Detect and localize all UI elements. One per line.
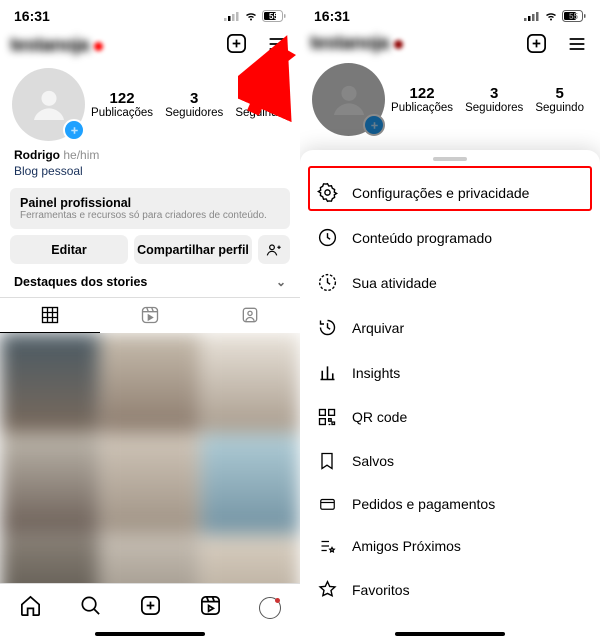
- menu-list: Configurações e privacidade Conteúdo pro…: [300, 167, 600, 615]
- add-story-icon[interactable]: [63, 119, 85, 141]
- notification-dot-icon: [94, 42, 103, 51]
- posts-grid[interactable]: [0, 333, 300, 593]
- nav-home[interactable]: [19, 594, 42, 622]
- status-time: 16:31: [14, 8, 50, 24]
- pro-subtitle: Ferramentas e recursos só para criadores…: [20, 210, 280, 221]
- menu-item-favorites[interactable]: Favoritos: [300, 567, 600, 612]
- stat-following[interactable]: 5Seguindo: [235, 90, 284, 119]
- menu-button[interactable]: [266, 34, 288, 59]
- stat-followers[interactable]: 3Seguidores: [165, 90, 223, 119]
- menu-item-close-friends[interactable]: Amigos Próximos: [300, 525, 600, 567]
- discover-people-button[interactable]: [258, 235, 290, 264]
- status-time: 16:31: [314, 8, 350, 24]
- battery-icon: 55: [262, 10, 286, 22]
- new-post-button[interactable]: [225, 32, 248, 60]
- menu-label: Amigos Próximos: [352, 538, 461, 554]
- menu-label: Conteúdo programado: [352, 230, 492, 246]
- status-icons: 55: [224, 10, 286, 22]
- pro-title: Painel profissional: [20, 196, 280, 210]
- nav-create[interactable]: [139, 594, 162, 622]
- tab-reels[interactable]: [100, 298, 200, 333]
- clock-icon: [316, 227, 338, 248]
- chevron-down-icon: ⌄: [276, 275, 286, 289]
- battery-icon: 55: [562, 10, 586, 22]
- menu-label: QR code: [352, 409, 407, 425]
- wifi-icon: [243, 11, 259, 22]
- avatar[interactable]: [12, 68, 85, 141]
- settings-sheet: Configurações e privacidade Conteúdo pro…: [300, 150, 600, 641]
- nav-profile[interactable]: [259, 597, 281, 619]
- bio-link[interactable]: Blog pessoal: [14, 163, 286, 179]
- menu-label: Salvos: [352, 453, 394, 469]
- stat-posts[interactable]: 122Publicações: [91, 90, 153, 119]
- star-icon: [316, 579, 338, 600]
- nav-reels[interactable]: [199, 594, 222, 622]
- edit-profile-button[interactable]: Editar: [10, 235, 128, 264]
- qrcode-icon: [316, 407, 338, 427]
- svg-text:55: 55: [569, 12, 578, 21]
- bookmark-icon: [316, 451, 338, 471]
- gear-icon: [316, 182, 338, 203]
- cellular-icon: [524, 11, 540, 21]
- menu-item-saved[interactable]: Salvos: [300, 439, 600, 483]
- menu-item-activity[interactable]: Sua atividade: [300, 260, 600, 305]
- profile-header: testanoja: [0, 26, 300, 60]
- list-star-icon: [316, 537, 338, 555]
- menu-item-archive[interactable]: Arquivar: [300, 305, 600, 350]
- share-profile-button[interactable]: Compartilhar perfil: [134, 235, 252, 264]
- tab-grid[interactable]: [0, 298, 100, 333]
- username: testanoja: [10, 35, 89, 56]
- chart-icon: [316, 362, 338, 383]
- display-name: Rodrigo: [14, 148, 60, 162]
- menu-item-orders[interactable]: Pedidos e pagamentos: [300, 483, 600, 525]
- story-highlights-header[interactable]: Destaques dos stories ⌄: [0, 264, 300, 297]
- menu-label: Sua atividade: [352, 275, 437, 291]
- menu-label: Configurações e privacidade: [352, 185, 529, 201]
- tab-tagged[interactable]: [200, 298, 300, 333]
- home-indicator: [95, 632, 205, 636]
- content-tabs: [0, 297, 300, 333]
- menu-item-scheduled[interactable]: Conteúdo programado: [300, 215, 600, 260]
- menu-label: Pedidos e pagamentos: [352, 496, 495, 512]
- screenshot-profile: 16:31 55 testanoja 122Publicações 3Segui…: [0, 0, 300, 641]
- action-buttons: Editar Compartilhar perfil: [0, 229, 300, 264]
- menu-item-insights[interactable]: Insights: [300, 350, 600, 395]
- home-indicator: [395, 632, 505, 636]
- menu-item-settings[interactable]: Configurações e privacidade: [300, 170, 600, 215]
- archive-icon: [316, 317, 338, 338]
- sheet-grabber[interactable]: [433, 157, 467, 161]
- activity-icon: [316, 272, 338, 293]
- bio: Rodrigo he/him Blog pessoal: [0, 145, 300, 181]
- highlights-label: Destaques dos stories: [14, 275, 147, 289]
- wifi-icon: [543, 11, 559, 22]
- menu-label: Insights: [352, 365, 400, 381]
- cellular-icon: [224, 11, 240, 21]
- nav-search[interactable]: [79, 594, 102, 622]
- pronouns: he/him: [63, 148, 99, 162]
- svg-text:55: 55: [269, 12, 278, 21]
- card-icon: [316, 495, 338, 513]
- stats-row: 122Publicações 3Seguidores 5Seguindo: [0, 60, 300, 145]
- status-bar: 16:31 55: [0, 0, 300, 26]
- screenshot-menu-sheet: 16:31 55 testanoja 122Publicações 3Segui…: [300, 0, 600, 641]
- professional-dashboard[interactable]: Painel profissional Ferramentas e recurs…: [10, 188, 290, 229]
- menu-label: Arquivar: [352, 320, 404, 336]
- username-wrap[interactable]: testanoja: [10, 35, 103, 57]
- menu-label: Favoritos: [352, 582, 410, 598]
- menu-item-qrcode[interactable]: QR code: [300, 395, 600, 439]
